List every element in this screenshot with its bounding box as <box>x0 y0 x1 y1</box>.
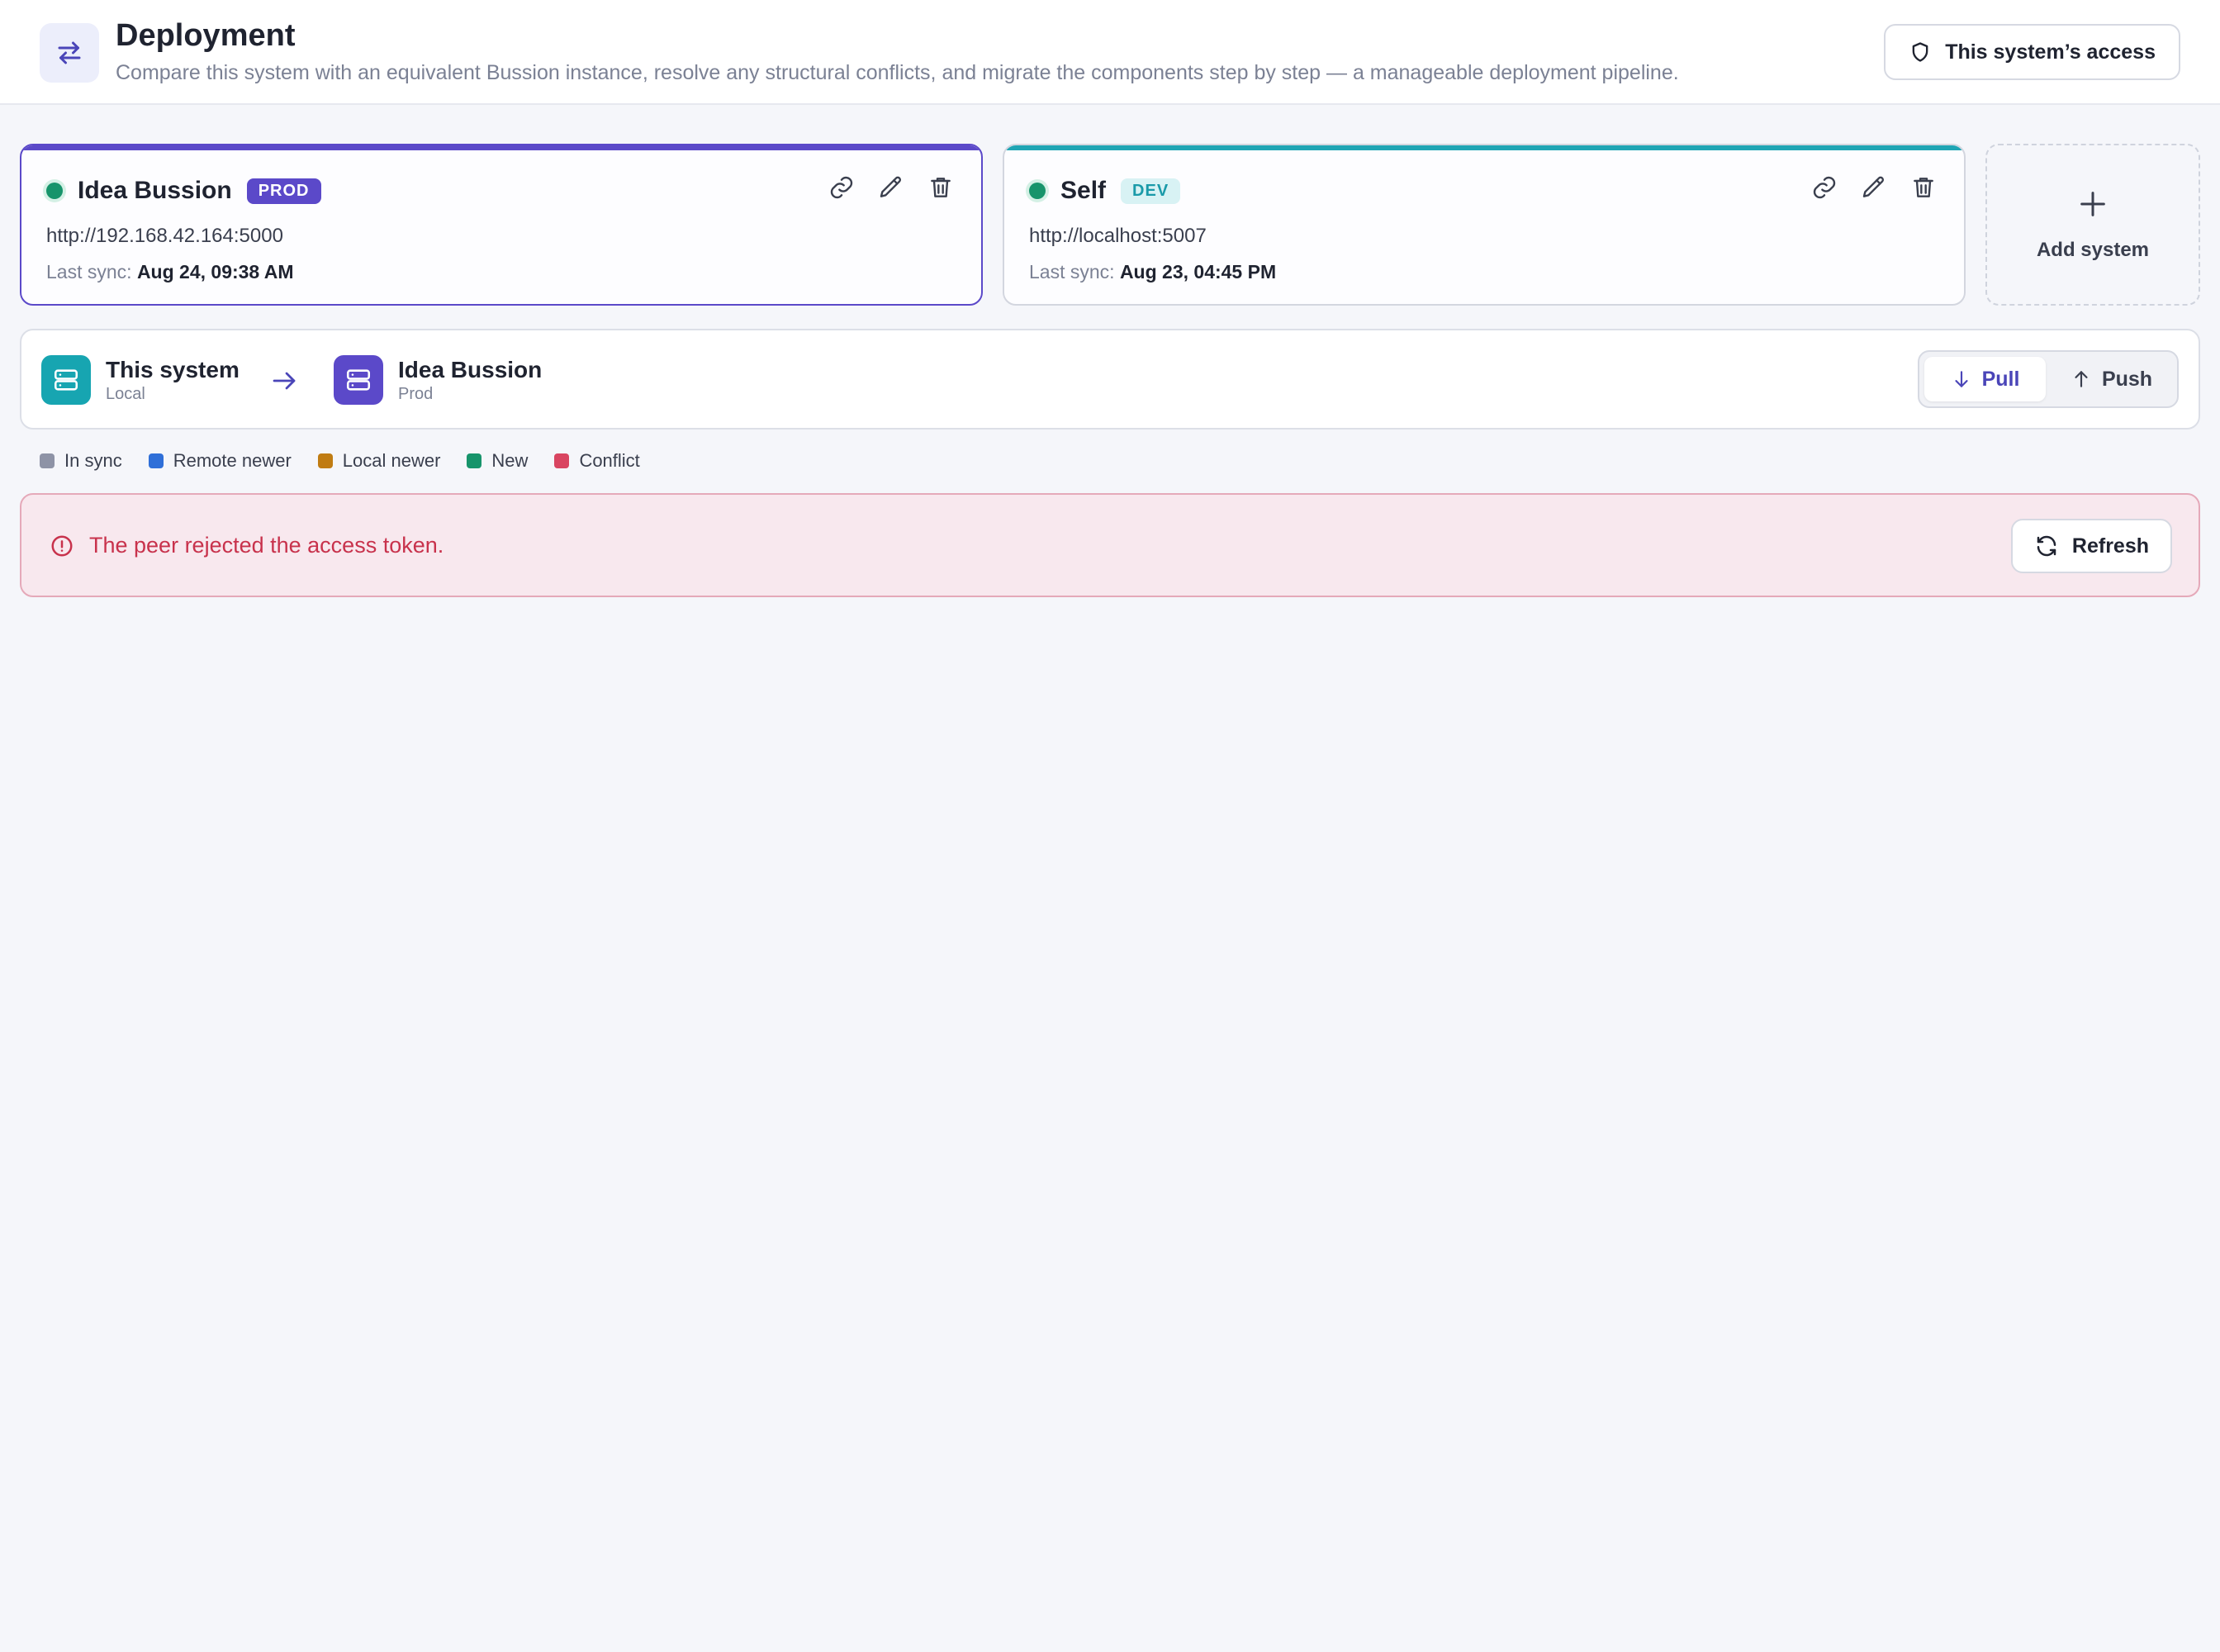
legend-label: In sync <box>64 450 122 471</box>
card-accent-bar <box>1004 145 1964 150</box>
system-card-self[interactable]: Self DEV http://localhost:5007 Last sync… <box>1003 144 1966 306</box>
error-banner: The peer rejected the access token. Refr… <box>20 493 2200 597</box>
add-system-label: Add system <box>2036 239 2150 261</box>
link-icon[interactable] <box>1809 172 1840 203</box>
last-sync-label: Last sync: <box>1029 261 1115 282</box>
legend-swatch <box>317 453 333 468</box>
shield-icon <box>1912 42 1928 62</box>
push-button[interactable]: Push <box>2051 357 2172 401</box>
edit-pencil-icon[interactable] <box>875 172 907 203</box>
system-access-button[interactable]: This system’s access <box>1884 24 2180 80</box>
last-sync-value: Aug 24, 09:38 AM <box>136 261 294 282</box>
refresh-label: Refresh <box>2071 534 2149 558</box>
system-name: Self <box>1060 177 1107 204</box>
system-url: http://192.168.42.164:5000 <box>46 225 283 247</box>
arrow-up-icon <box>2075 371 2088 387</box>
edit-pencil-icon[interactable] <box>1858 172 1890 203</box>
error-message: The peer rejected the access token. <box>89 533 444 558</box>
legend-label: Local newer <box>342 450 441 471</box>
last-sync-label: Last sync: <box>46 261 132 282</box>
plus-icon <box>2080 192 2105 216</box>
legend-item-remote-newer: Remote newer <box>148 450 292 472</box>
target-system: Idea Bussion Prod <box>334 355 542 405</box>
arrow-right-icon <box>273 372 296 390</box>
legend-swatch <box>40 453 55 468</box>
legend-item-local-newer: Local newer <box>317 450 441 472</box>
pull-label: Pull <box>1981 367 2020 391</box>
env-badge: DEV <box>1121 178 1181 204</box>
page-header: Deployment Compare this system with an e… <box>0 0 2220 105</box>
legend-label: Conflict <box>579 450 640 471</box>
system-name: Idea Bussion <box>78 177 232 204</box>
sync-direction-bar: This system Local Idea Bussion Prod Pull <box>20 329 2200 430</box>
last-sync-value: Aug 23, 04:45 PM <box>1119 261 1277 282</box>
system-access-label: This system’s access <box>1945 40 2156 64</box>
target-system-subtitle: Prod <box>398 384 434 403</box>
legend-swatch <box>467 453 482 468</box>
env-badge: PROD <box>246 178 321 204</box>
add-system-button[interactable]: Add system <box>1985 144 2200 306</box>
legend-item-in-sync: In sync <box>40 450 122 472</box>
card-accent-bar <box>21 145 981 150</box>
target-system-title: Idea Bussion <box>398 356 543 382</box>
swap-arrows-icon <box>40 23 99 83</box>
system-cards: Idea Bussion PROD http://192.168.42.164:… <box>20 144 2200 306</box>
pull-button[interactable]: Pull <box>1924 357 2046 401</box>
legend-swatch <box>554 453 570 468</box>
refresh-button[interactable]: Refresh <box>2010 519 2172 573</box>
push-label: Push <box>2101 367 2153 391</box>
link-icon[interactable] <box>826 172 857 203</box>
trash-icon[interactable] <box>925 172 956 203</box>
source-system-title: This system <box>106 356 240 382</box>
system-card-idea-bussion[interactable]: Idea Bussion PROD http://192.168.42.164:… <box>20 144 983 306</box>
last-sync: Last sync: Aug 24, 09:38 AM <box>46 261 294 283</box>
alert-circle-icon <box>51 535 73 556</box>
arrow-down-icon <box>1954 371 1968 387</box>
legend-item-new: New <box>467 450 528 472</box>
source-system: This system Local <box>41 355 240 405</box>
server-icon <box>41 355 91 405</box>
system-url: http://localhost:5007 <box>1029 225 1207 247</box>
trash-icon[interactable] <box>1908 172 1939 203</box>
page-subtitle: Compare this system with an equivalent B… <box>116 61 1679 84</box>
refresh-icon <box>2037 535 2056 557</box>
last-sync: Last sync: Aug 23, 04:45 PM <box>1029 261 1276 283</box>
server-icon <box>334 355 383 405</box>
status-online-dot <box>46 183 63 199</box>
page-title: Deployment <box>116 18 296 53</box>
legend-swatch <box>148 453 164 468</box>
source-system-subtitle: Local <box>106 384 145 403</box>
legend-item-conflict: Conflict <box>554 450 640 472</box>
pull-push-toggle: Pull Push <box>1918 350 2179 408</box>
status-legend: In sync Remote newer Local newer New Con… <box>40 450 640 472</box>
legend-label: Remote newer <box>173 450 292 471</box>
status-online-dot <box>1029 183 1046 199</box>
legend-label: New <box>491 450 529 471</box>
